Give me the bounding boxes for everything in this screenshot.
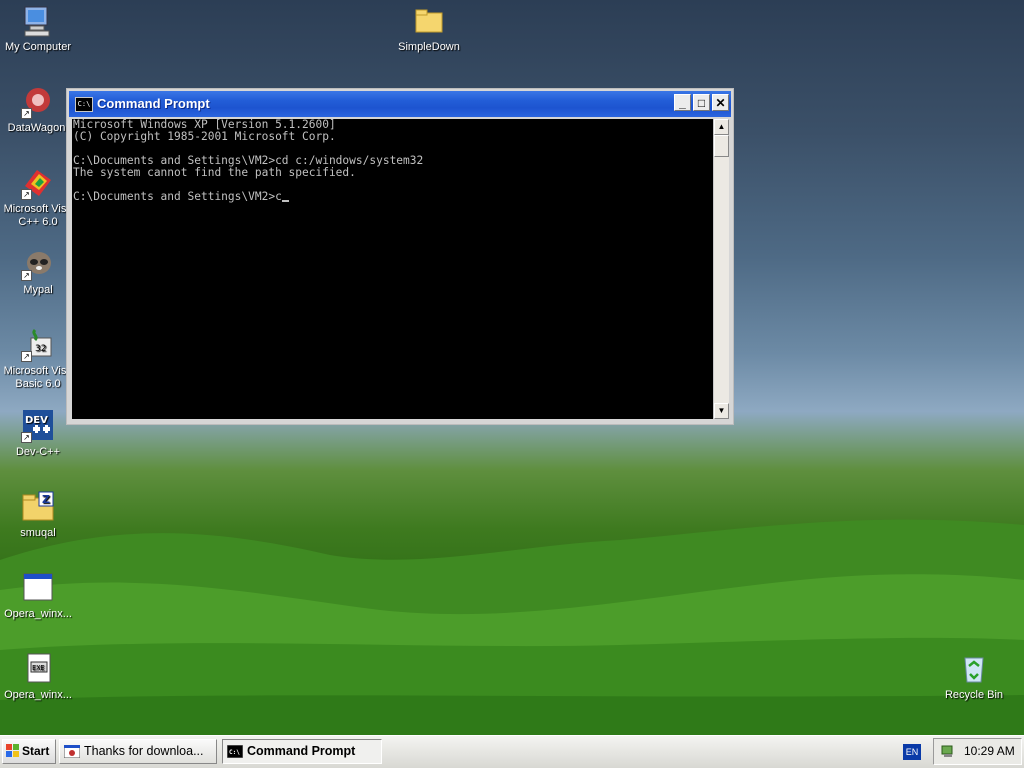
taskbar-item-browser[interactable]: Thanks for downloa... xyxy=(59,739,217,764)
svg-text:32: 32 xyxy=(35,344,46,354)
vertical-scrollbar[interactable]: ▲ ▼ xyxy=(713,119,729,419)
desktop-icon-opera-2[interactable]: EXE Opera_winx... xyxy=(0,652,76,702)
taskbar-item-label: Command Prompt xyxy=(247,744,356,758)
console-prompt-text: C:\Documents and Settings\VM2>c xyxy=(73,190,282,203)
console-line: The system cannot find the path specifie… xyxy=(73,166,356,179)
svg-text:DEV: DEV xyxy=(25,415,48,426)
minimize-button[interactable]: _ xyxy=(674,94,691,111)
shortcut-arrow-icon: ↗ xyxy=(21,270,32,281)
desktop-icon-opera-1[interactable]: Opera_winx... xyxy=(0,571,76,621)
desktop-icon-datawagon[interactable]: ↗ DataWagon. xyxy=(0,85,76,135)
cmd-icon: C:\ xyxy=(75,97,93,112)
desktop-icon-label: smuqal xyxy=(20,527,56,539)
visual-cpp-icon: ↗ xyxy=(21,166,55,200)
wallpaper-hills xyxy=(0,519,1024,735)
desktop-icon-label: Microsoft Visu C++ 6.0 xyxy=(3,203,73,228)
system-tray: 10:29 AM xyxy=(933,738,1022,765)
language-indicator[interactable]: EN xyxy=(903,744,921,760)
devcpp-icon: DEV ↗ xyxy=(21,409,55,443)
shortcut-arrow-icon: ↗ xyxy=(21,432,32,443)
desktop-icon-label: Mypal xyxy=(23,284,53,296)
desktop-icon-mypal[interactable]: ↗ Mypal xyxy=(0,247,76,297)
maximize-button[interactable]: □ xyxy=(693,94,710,111)
desktop-icon-visual-cpp[interactable]: ↗ Microsoft Visu C++ 6.0 xyxy=(0,166,76,229)
text-cursor xyxy=(281,191,289,202)
close-button[interactable]: ✕ xyxy=(712,94,729,111)
svg-text:Z: Z xyxy=(42,493,50,506)
svg-text:C:\: C:\ xyxy=(229,749,240,756)
window-app-icon xyxy=(21,571,55,605)
start-button[interactable]: Start xyxy=(2,739,56,764)
folder-icon xyxy=(412,4,446,38)
desktop-icon-my-computer[interactable]: My Computer xyxy=(0,4,76,54)
console-output[interactable]: Microsoft Windows XP [Version 5.1.2600] … xyxy=(72,119,713,419)
clock[interactable]: 10:29 AM xyxy=(964,744,1015,758)
datawagon-icon: ↗ xyxy=(21,85,55,119)
desktop: My Computer ↗ DataWagon. ↗ Microsoft Vis… xyxy=(0,0,1024,735)
desktop-icon-smuqal[interactable]: Z smuqal xyxy=(0,490,76,540)
scroll-up-arrow-icon[interactable]: ▲ xyxy=(714,119,729,135)
scroll-down-arrow-icon[interactable]: ▼ xyxy=(714,403,729,419)
svg-text:EXE: EXE xyxy=(32,664,45,672)
desktop-icon-label: Recycle Bin xyxy=(944,689,1004,701)
desktop-icon-label: My Computer xyxy=(4,41,72,53)
zip-folder-icon: Z xyxy=(21,490,55,524)
desktop-icon-simpledown[interactable]: SimpleDown xyxy=(391,4,467,54)
tray-network-icon[interactable] xyxy=(940,744,955,759)
desktop-icon-label: Opera_winx... xyxy=(4,608,72,620)
desktop-icon-label: Microsoft Visu Basic 6.0 xyxy=(3,365,73,390)
visual-basic-icon: 32 ↗ xyxy=(21,328,55,362)
desktop-icon-label: Dev-C++ xyxy=(15,446,61,458)
taskbar-item-command-prompt[interactable]: C:\ Command Prompt xyxy=(222,739,382,764)
shortcut-arrow-icon: ↗ xyxy=(21,189,32,200)
window-title: Command Prompt xyxy=(97,96,210,111)
installer-icon: EXE xyxy=(21,652,55,686)
shortcut-arrow-icon: ↗ xyxy=(21,351,32,362)
cmd-icon: C:\ xyxy=(227,745,243,758)
desktop-icon-label: SimpleDown xyxy=(398,41,460,53)
desktop-icon-recycle-bin[interactable]: Recycle Bin xyxy=(936,652,1012,702)
windows-logo-icon xyxy=(6,744,19,757)
browser-window-icon xyxy=(64,745,80,758)
command-prompt-window[interactable]: C:\ Command Prompt _ □ ✕ Microsoft Windo… xyxy=(66,88,734,425)
taskbar: Start Thanks for downloa... C:\ Command … xyxy=(0,735,1024,768)
my-computer-icon xyxy=(21,4,55,38)
console-prompt-line: C:\Documents and Settings\VM2>c xyxy=(73,191,713,203)
console-line: (C) Copyright 1985-2001 Microsoft Corp. xyxy=(73,130,336,143)
shortcut-arrow-icon: ↗ xyxy=(21,108,32,119)
taskbar-item-label: Thanks for downloa... xyxy=(84,744,204,758)
scroll-thumb[interactable] xyxy=(714,135,729,157)
recycle-bin-icon xyxy=(957,652,991,686)
desktop-icon-label: DataWagon. xyxy=(7,122,69,134)
desktop-icon-visual-basic[interactable]: 32 ↗ Microsoft Visu Basic 6.0 xyxy=(0,328,76,391)
start-label: Start xyxy=(22,744,50,758)
mypal-icon: ↗ xyxy=(21,247,55,281)
desktop-icon-label: Opera_winx... xyxy=(4,689,72,701)
desktop-icon-devcpp[interactable]: DEV ↗ Dev-C++ xyxy=(0,409,76,459)
title-bar[interactable]: C:\ Command Prompt _ □ ✕ xyxy=(69,91,731,117)
